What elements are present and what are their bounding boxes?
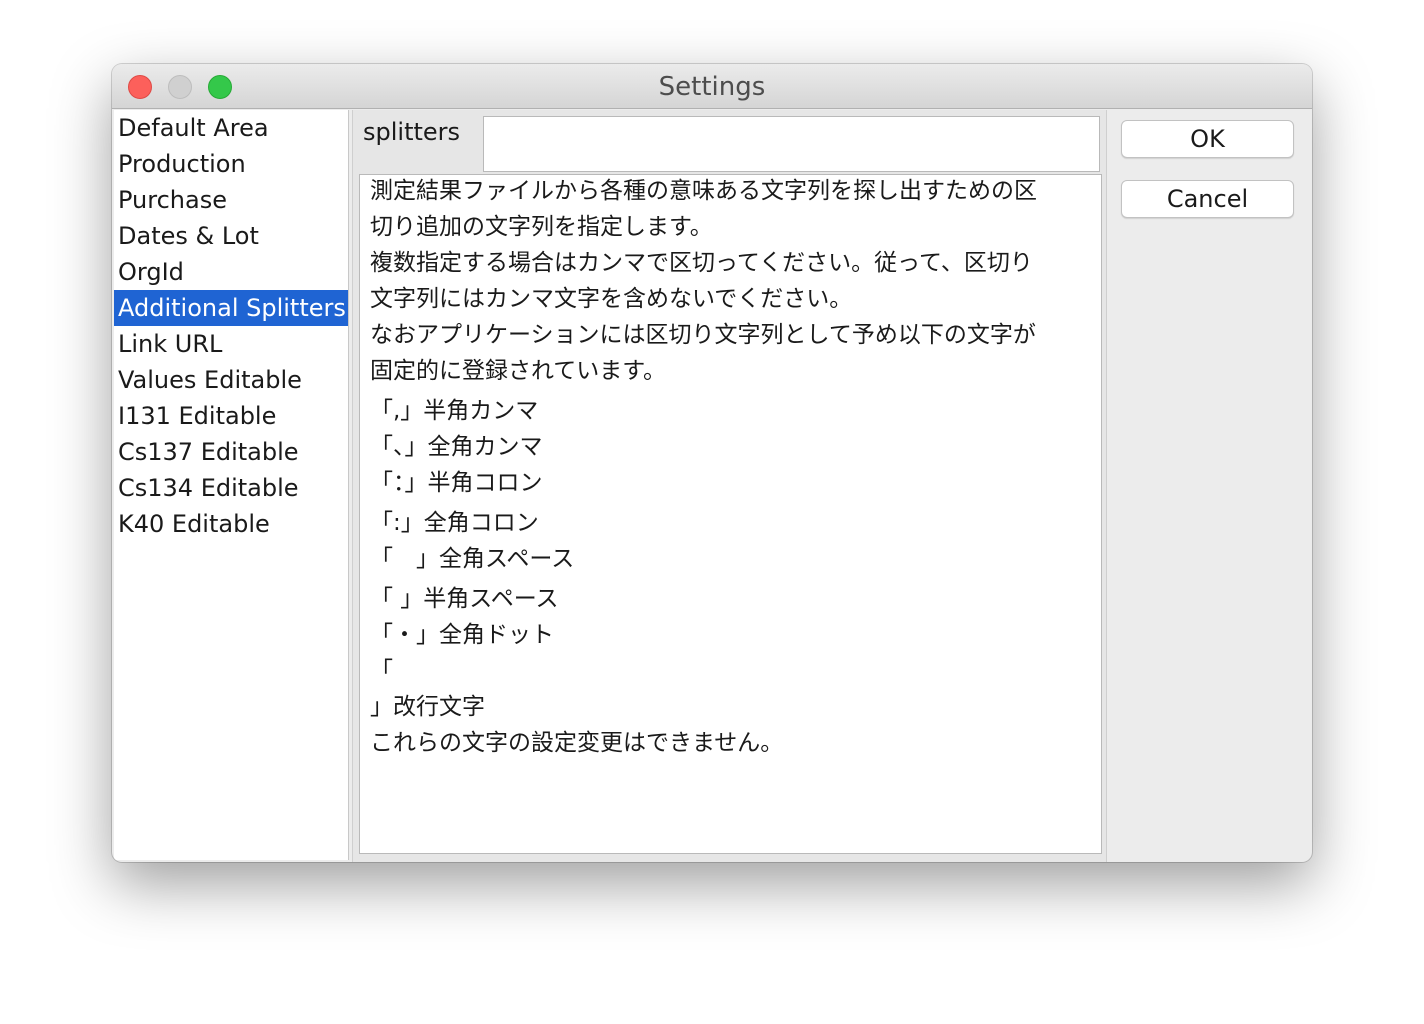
splitters-label: splitters	[363, 118, 461, 146]
description-line: 「:」全角コロン	[370, 510, 539, 536]
splitters-input[interactable]	[483, 116, 1100, 172]
description-line: 文字列にはカンマ文字を含めないでください。	[370, 286, 853, 312]
description-line: これらの文字の設定変更はできません。	[370, 730, 784, 756]
description-line: 「・」全角ドット	[370, 622, 554, 648]
sidebar-item-default-area[interactable]: Default Area	[114, 110, 348, 146]
sidebar-item-purchase[interactable]: Purchase	[114, 182, 348, 218]
description-line: 「、」全角カンマ	[370, 434, 543, 460]
description-line: 」改行文字	[370, 694, 485, 720]
sidebar-item-dates-lot[interactable]: Dates & Lot	[114, 218, 348, 254]
description-line: 切り追加の文字列を指定します。	[370, 214, 713, 240]
settings-category-list[interactable]: Default Area Production Purchase Dates &…	[114, 110, 349, 860]
sidebar-item-cs137-editable[interactable]: Cs137 Editable	[114, 434, 348, 470]
description-line: 「,」半角カンマ	[370, 398, 539, 424]
sidebar-item-orgid[interactable]: OrgId	[114, 254, 348, 290]
sidebar-item-k40-editable[interactable]: K40 Editable	[114, 506, 348, 542]
description-line: 「 」半角スペース	[370, 586, 559, 612]
sidebar-item-cs134-editable[interactable]: Cs134 Editable	[114, 470, 348, 506]
sidebar-item-production[interactable]: Production	[114, 146, 348, 182]
description-line: 「	[370, 658, 393, 684]
sidebar-item-values-editable[interactable]: Values Editable	[114, 362, 348, 398]
settings-content-panel: splitters 測定結果ファイルから各種の意味ある文字列を探し出すための区 …	[352, 110, 1107, 862]
description-line: 測定結果ファイルから各種の意味ある文字列を探し出すための区	[370, 178, 1037, 204]
description-line: 「：」半角コロン	[370, 470, 543, 496]
title-bar[interactable]: Settings	[112, 64, 1312, 109]
settings-window: Settings Default Area Production Purchas…	[112, 64, 1312, 862]
sidebar-item-additional-splitters[interactable]: Additional Splitters	[114, 290, 348, 326]
description-line: 「 」全角スペース	[370, 546, 575, 572]
ok-button[interactable]: OK	[1121, 120, 1294, 158]
description-line: 固定的に登録されています。	[370, 358, 667, 384]
cancel-button[interactable]: Cancel	[1121, 180, 1294, 218]
splitters-description: 測定結果ファイルから各種の意味ある文字列を探し出すための区 切り追加の文字列を指…	[359, 174, 1102, 854]
window-title: Settings	[658, 72, 766, 102]
sidebar-item-i131-editable[interactable]: I131 Editable	[114, 398, 348, 434]
description-line: なおアプリケーションには区切り文字列として予め以下の文字が	[370, 322, 1036, 348]
description-line: 複数指定する場合はカンマで区切ってください。従って、区切り	[370, 250, 1033, 276]
sidebar-item-link-url[interactable]: Link URL	[114, 326, 348, 362]
